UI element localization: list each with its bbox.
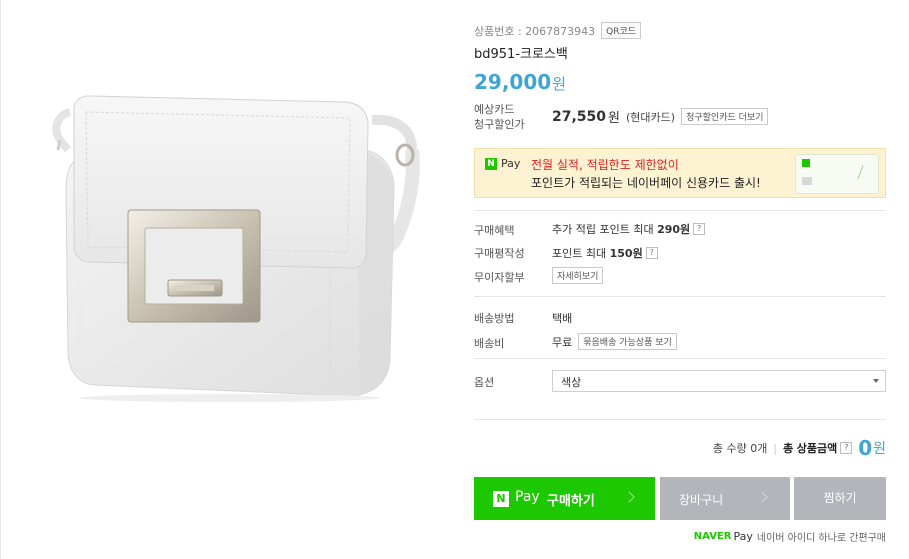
npay-buy-button[interactable]: N Pay 구매하기 <box>474 477 655 520</box>
naver-n-icon: N <box>493 491 509 507</box>
banner-line1: 전월 실적, 적립한도 제한없이 <box>531 158 679 172</box>
cart-button-label: 장바구니 <box>679 493 724 507</box>
product-price: 29,000원 <box>474 70 566 94</box>
naver-pay-description: 네이버 아이디 하나로 간편구매 <box>756 533 886 544</box>
card-discount-label-line2: 청구할인가 <box>474 118 525 131</box>
card-discount-unit: 원 <box>608 111 620 126</box>
chevron-right-icon <box>623 491 635 503</box>
divider <box>474 419 886 420</box>
installment-detail-button[interactable]: 자세히보기 <box>552 267 604 284</box>
credit-card-image <box>795 154 879 194</box>
product-code: 상품번호 : 2067873943 <box>474 24 596 38</box>
product-detail-frame: 상품번호 : 2067873943 QR코드 bd951-크로스백 29,000… <box>0 0 909 559</box>
bundle-shipping-button[interactable]: 묶음배송 가능상품 보기 <box>578 333 677 350</box>
help-icon[interactable]: ? <box>693 223 706 235</box>
divider <box>474 296 886 297</box>
review-label: 구매평작성 <box>474 247 525 260</box>
card-discount-price: 27,550 원 (현대카드) 청구할인카드 더보기 <box>552 107 769 126</box>
total-label: 상품금액 <box>796 442 838 455</box>
purchase-benefit-label: 구매혜택 <box>474 224 515 237</box>
price-amount: 29,000 <box>474 70 552 94</box>
card-discount-more-button[interactable]: 청구할인카드 더보기 <box>681 108 769 125</box>
card-logo-icon <box>802 159 810 167</box>
qr-code-button[interactable]: QR코드 <box>601 22 642 39</box>
option-select[interactable]: 색상 <box>552 370 886 392</box>
banner-text: 전월 실적, 적립한도 제한없이 포인트가 적립되는 네이버페이 신용카드 출시… <box>531 156 761 192</box>
product-code-row: 상품번호 : 2067873943 QR코드 <box>474 22 642 39</box>
dropdown-arrow-icon <box>873 379 879 383</box>
option-label: 옵션 <box>474 376 495 389</box>
divider <box>474 210 886 211</box>
installment-label: 무이자할부 <box>474 271 525 284</box>
purchase-benefit-value: 추가 적립 포인트 최대 290원 ? <box>552 221 706 237</box>
cart-button[interactable]: 장바구니 <box>660 477 790 520</box>
card-chip-icon <box>802 177 812 185</box>
shipping-fee-value: 무료 묶음배송 가능상품 보기 <box>552 333 677 350</box>
naver-n-icon: N <box>485 157 497 170</box>
wishlist-button[interactable]: 찜하기 <box>794 477 886 520</box>
total-summary: 총 수량 0개 | 총 상품금액 ? 0원 <box>713 436 886 460</box>
npay-logo-text: Pay <box>501 157 521 170</box>
npay-pay-text: Pay <box>515 489 540 505</box>
chevron-right-icon <box>756 491 768 503</box>
total-prefix: 총 <box>783 442 794 455</box>
shipping-fee-label: 배송비 <box>474 337 505 350</box>
npay-buy-label: 구매하기 <box>547 494 595 509</box>
total-amount-unit: 원 <box>873 441 886 457</box>
review-points: 150원 <box>609 247 643 260</box>
shipping-fee-text: 무료 <box>552 335 573 349</box>
help-icon[interactable]: ? <box>840 442 853 454</box>
total-quantity: 총 수량 0개 <box>712 442 768 455</box>
naver-pay-footer: NAVER Pay 네이버 아이디 하나로 간편구매 <box>694 529 886 544</box>
card-name: (현대카드) <box>626 110 676 124</box>
installment-value: 자세히보기 <box>552 267 604 284</box>
npay-card-banner[interactable]: N Pay 전월 실적, 적립한도 제한없이 포인트가 적립되는 네이버페이 신… <box>474 148 886 198</box>
help-icon[interactable]: ? <box>645 247 658 259</box>
naver-pay-text: Pay <box>733 530 753 543</box>
shipping-method-value: 택배 <box>552 312 573 325</box>
product-title: bd951-크로스백 <box>474 47 568 62</box>
price-unit: 원 <box>552 75 566 93</box>
card-discount-label-line1: 예상카드 <box>474 103 515 116</box>
shipping-method-label: 배송방법 <box>474 312 515 325</box>
naver-brand: NAVER <box>693 531 732 542</box>
review-value: 포인트 최대 150원 ? <box>552 245 658 261</box>
banner-line2: 포인트가 적립되는 네이버페이 신용카드 출시! <box>531 176 761 190</box>
review-text: 포인트 최대 <box>552 247 607 260</box>
product-info-panel: 상품번호 : 2067873943 QR코드 bd951-크로스백 29,000… <box>474 0 886 559</box>
option-select-value: 색상 <box>561 376 582 389</box>
card-discount-label: 예상카드 청구할인가 <box>474 102 525 132</box>
purchase-benefit-text: 추가 적립 포인트 최대 <box>552 223 654 236</box>
divider <box>474 358 886 359</box>
card-mark-icon <box>857 165 873 179</box>
card-discount-amount: 27,550 <box>552 108 607 125</box>
total-amount: 0 <box>858 436 873 460</box>
total-pipe: | <box>773 441 778 455</box>
purchase-benefit-points: 290원 <box>657 223 691 236</box>
npay-logo: N Pay <box>485 157 520 170</box>
product-image[interactable] <box>0 0 460 559</box>
white-crossbody-bag-illustration <box>52 95 420 402</box>
